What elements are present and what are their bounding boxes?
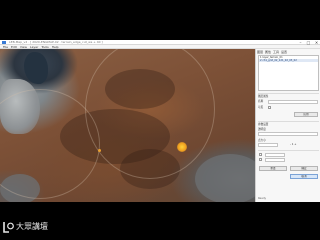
size-field[interactable] — [258, 143, 278, 147]
terrain-lake — [24, 52, 48, 84]
visible-checkbox[interactable] — [268, 106, 271, 109]
divider — [258, 121, 319, 122]
divider — [258, 93, 319, 94]
size-stepper[interactable]: - 1 + — [290, 143, 296, 146]
option-field[interactable] — [265, 158, 285, 162]
opacity-field[interactable] — [258, 132, 318, 136]
tab-settings[interactable]: 设置 — [281, 50, 287, 54]
size-label: 点大小 — [258, 139, 266, 142]
name-field[interactable] — [268, 100, 318, 104]
terrain-grey-area — [195, 154, 255, 202]
side-panel: 图层 属性 工具 设置 1 layer_terrain_01 2 ch1_gri… — [255, 49, 320, 202]
logo-mark-icon — [3, 222, 14, 233]
option-checkbox[interactable] — [259, 158, 262, 161]
list-item-selected[interactable]: 2 ch1_grid_02_121_02_03_02 — [259, 59, 318, 62]
app-icon — [2, 41, 6, 44]
tab-tools[interactable]: 工具 — [273, 50, 279, 54]
location-marker-icon[interactable] — [177, 142, 187, 152]
terrain-road-loop — [85, 49, 215, 179]
status-text: Ready — [258, 197, 267, 200]
cancel-button[interactable]: 取消 — [290, 174, 318, 179]
opacity-label: 透明度 — [258, 128, 266, 131]
section-label: 参数设置 — [258, 123, 269, 126]
map-view[interactable] — [0, 49, 255, 202]
apply-button[interactable]: 应用 — [294, 112, 318, 117]
tab-layers[interactable]: 图层 — [257, 50, 263, 54]
location-dot — [98, 149, 101, 152]
field-label-name: 名称 — [258, 100, 264, 103]
layer-list[interactable]: 1 layer_terrain_01 2 ch1_grid_02_121_02_… — [258, 55, 319, 91]
field-label-visible: 可见 — [258, 106, 264, 109]
reset-button[interactable]: 重置 — [259, 166, 287, 171]
option-checkbox[interactable] — [259, 153, 262, 156]
panel-tabs: 图层 属性 工具 设置 — [257, 50, 320, 54]
ok-button[interactable]: 确定 — [290, 166, 318, 171]
screen: LEB-Map_v2 · [ 2020-ENGMAP-02 · terrain_… — [0, 40, 320, 202]
option-field[interactable] — [265, 153, 285, 157]
section-label: 图层属性 — [258, 95, 269, 98]
divider — [258, 150, 319, 151]
tab-properties[interactable]: 属性 — [265, 50, 271, 54]
watermark-text: 大眾講壇 — [16, 222, 48, 231]
